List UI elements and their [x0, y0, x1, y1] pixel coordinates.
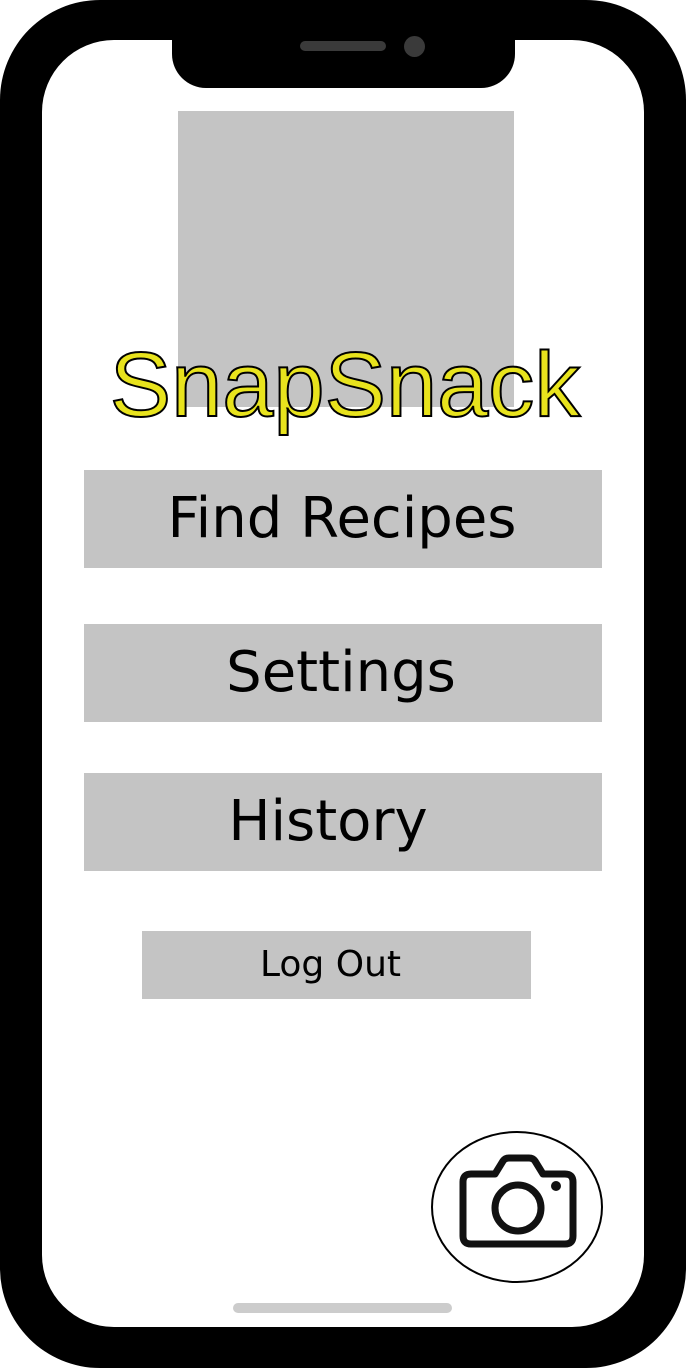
camera-icon [459, 1154, 577, 1248]
settings-button[interactable]: Settings [84, 624, 602, 722]
find-recipes-label: Find Recipes [167, 486, 517, 551]
find-recipes-button[interactable]: Find Recipes [84, 470, 602, 568]
settings-label: Settings [226, 640, 456, 705]
camera-button[interactable] [431, 1131, 603, 1283]
logout-label: Log Out [259, 944, 401, 985]
app-title: SnapSnack [109, 333, 582, 437]
front-camera-lens [404, 36, 425, 57]
history-label: History [228, 789, 428, 854]
logout-button[interactable]: Log Out [142, 931, 531, 999]
home-indicator [233, 1303, 452, 1313]
history-button[interactable]: History [84, 773, 602, 871]
speaker-grille [300, 41, 386, 51]
